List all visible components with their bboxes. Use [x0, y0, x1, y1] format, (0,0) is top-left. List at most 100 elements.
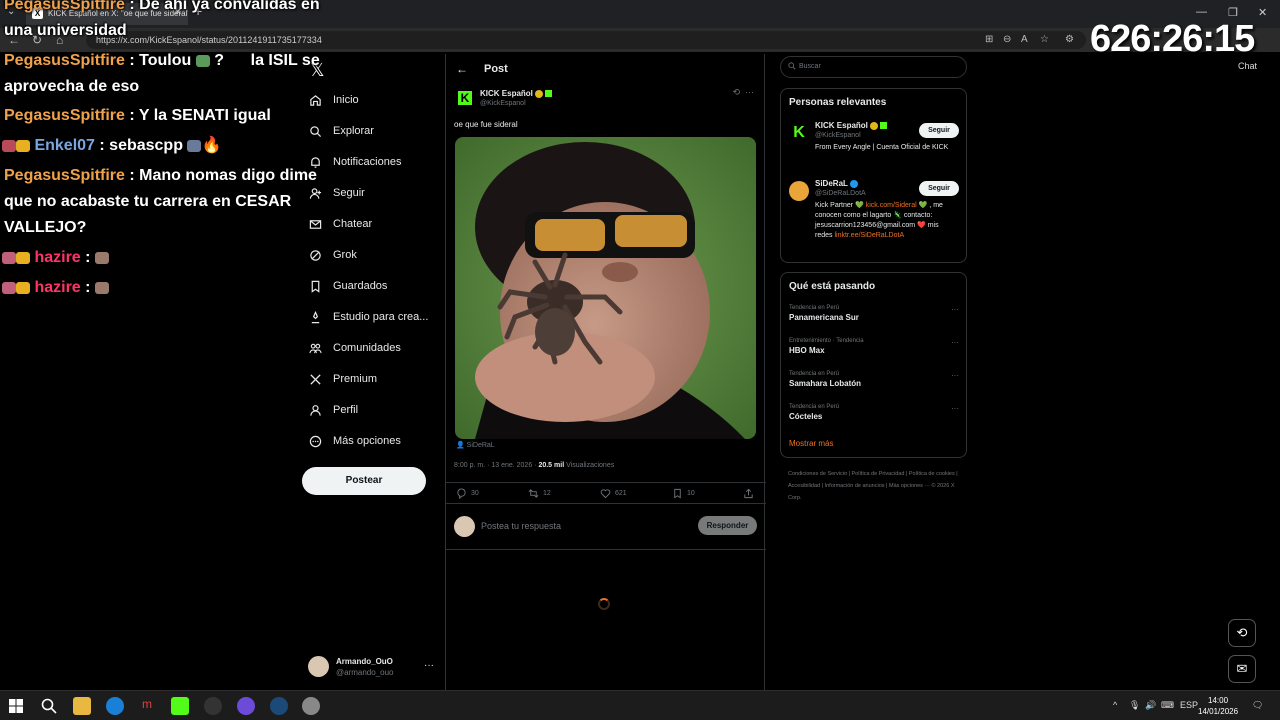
trend-item[interactable]: Entretenimiento · Tendencia HBO Max ···: [789, 338, 959, 355]
person-card[interactable]: K KICK Español @KickEspanol From Every A…: [789, 121, 959, 171]
nav-label: Guardados: [333, 280, 388, 292]
favorite-star-icon[interactable]: ☆: [1040, 34, 1049, 45]
nav-item-premium[interactable]: Premium: [308, 368, 377, 390]
bookmark-action[interactable]: 10: [672, 488, 695, 499]
account-switcher[interactable]: Armando_OuO @armando_ouo ···: [308, 654, 438, 680]
messages-fab-icon[interactable]: ✉: [1228, 655, 1256, 683]
person-bio: From Every Angle | Cuenta Oficial de KIC…: [815, 144, 949, 151]
search-icon[interactable]: [40, 697, 58, 715]
post-button[interactable]: Postear: [302, 467, 426, 495]
avatar: [308, 656, 329, 677]
network-icon[interactable]: ⌨: [1161, 700, 1174, 711]
bio-link[interactable]: linktr.ee/SiDeRaLDotA: [834, 232, 904, 239]
footer-links[interactable]: Condiciones de Servicio | Política de Pr…: [788, 468, 963, 504]
tray-chevron-icon[interactable]: ^: [1113, 700, 1117, 710]
system-clock[interactable]: 14:00 14/01/2026: [1198, 695, 1238, 717]
more-dots-icon[interactable]: ···: [951, 338, 959, 347]
views-count: 20.5 mil: [538, 462, 565, 469]
trends-panel: Qué está pasando Tendencia en Perú Panam…: [780, 272, 967, 458]
show-more-link[interactable]: Mostrar más: [789, 439, 833, 448]
follow-button[interactable]: Seguir: [919, 123, 959, 138]
more-dots-icon[interactable]: ···: [951, 305, 959, 314]
nav-item-chatear[interactable]: Chatear: [308, 213, 372, 235]
extensions-icon[interactable]: ⚙: [1065, 34, 1074, 45]
follow-button[interactable]: Seguir: [919, 181, 959, 196]
grok-fab-icon[interactable]: ⟲: [1228, 619, 1256, 647]
nav-label: Seguir: [333, 187, 365, 199]
nav-label: Premium: [333, 373, 378, 385]
nav-item-explorar[interactable]: Explorar: [308, 120, 374, 142]
post-time[interactable]: 8:00 p. m. · 13 ene. 2026 ·: [454, 462, 537, 469]
author-handle[interactable]: @KickEspanol: [480, 100, 526, 107]
relevant-people-panel: Personas relevantes K KICK Español @Kick…: [780, 88, 967, 263]
steam-app-icon[interactable]: [270, 697, 288, 715]
account-handle: @armando_ouo: [336, 668, 394, 677]
recorder-app-icon[interactable]: [204, 697, 222, 715]
nav-item-comunidades[interactable]: Comunidades: [308, 337, 401, 359]
windows-start-icon[interactable]: [8, 698, 24, 714]
nav-item-estudio[interactable]: Estudio para crea...: [308, 306, 428, 328]
nav-item-inicio[interactable]: Inicio: [308, 89, 359, 111]
more-dots-icon[interactable]: ···: [951, 404, 959, 413]
file-explorer-icon[interactable]: [73, 697, 91, 715]
language-indicator[interactable]: ESP: [1180, 700, 1198, 710]
obs-app-icon[interactable]: m: [138, 697, 156, 715]
more-dots-icon[interactable]: ···: [745, 87, 754, 97]
microphone-icon[interactable]: 🎙: [1129, 700, 1140, 711]
views-label: Visualizaciones: [566, 462, 615, 469]
share-action[interactable]: [743, 488, 758, 499]
post-media[interactable]: [455, 137, 756, 439]
nav-label: Notificaciones: [333, 156, 402, 168]
nav-item-mas-opciones[interactable]: Más opciones: [308, 430, 401, 452]
search-input[interactable]: Buscar: [780, 56, 967, 78]
nav-label: Estudio para crea...: [333, 311, 429, 323]
reply-button[interactable]: Responder: [698, 516, 757, 535]
media-credit[interactable]: 👤 SiDeRaL: [456, 441, 495, 449]
like-action[interactable]: 621: [600, 488, 627, 499]
chat-username: PegasusSpitfire: [4, 0, 125, 13]
reply-action[interactable]: 30: [456, 488, 479, 499]
back-arrow-icon[interactable]: ←: [456, 62, 468, 76]
kick-app-icon[interactable]: [171, 697, 189, 715]
notification-icon[interactable]: 🗨: [1252, 700, 1263, 711]
person-card[interactable]: SiDeRaL @SiDeRaLDotA Kick Partner 💚 kick…: [789, 179, 959, 259]
reply-input[interactable]: Postea tu respuesta: [481, 521, 561, 531]
trend-topic: Panamericana Sur: [789, 313, 859, 322]
chat-button[interactable]: Chat: [1238, 61, 1257, 71]
more-dots-icon[interactable]: ···: [951, 371, 959, 380]
speaker-icon[interactable]: 🔊: [1145, 700, 1156, 711]
url-field[interactable]: https://x.com/KickEspanol/status/2011241…: [86, 31, 1086, 49]
discord-app-icon[interactable]: [237, 697, 255, 715]
window-close-icon[interactable]: ✕: [1258, 6, 1267, 19]
nav-label: Comunidades: [333, 342, 401, 354]
post-text: oe que fue sideral: [454, 120, 518, 129]
fire-emoji-icon: 🔥: [201, 137, 222, 154]
nav-item-notificaciones[interactable]: Notificaciones: [308, 151, 401, 173]
repost-action[interactable]: 12: [528, 488, 551, 499]
trend-item[interactable]: Tendencia en Perú Samahara Lobatón ···: [789, 371, 959, 388]
zoom-icon[interactable]: ⊖: [1003, 34, 1011, 45]
grok-icon[interactable]: ⟲: [732, 87, 740, 97]
nav-item-grok[interactable]: Grok: [308, 244, 357, 266]
kick-logo-avatar[interactable]: K: [458, 91, 472, 105]
nav-item-guardados[interactable]: Guardados: [308, 275, 387, 297]
nav-label: Más opciones: [333, 435, 401, 447]
trend-item[interactable]: Tendencia en Perú Panamericana Sur ···: [789, 305, 959, 322]
bio-link[interactable]: kick.com/Sideral: [866, 202, 917, 209]
trend-item[interactable]: Tendencia en Perú Cócteles ···: [789, 404, 959, 421]
edge-browser-icon[interactable]: [106, 697, 124, 715]
read-aloud-icon[interactable]: A: [1021, 34, 1028, 45]
chat-message-cont: una universidad: [4, 22, 127, 39]
app-icon[interactable]: [302, 697, 320, 715]
apps-icon[interactable]: ⊞: [985, 34, 993, 45]
minimize-icon[interactable]: —: [1196, 6, 1207, 18]
author-name[interactable]: KICK Español: [480, 89, 552, 98]
trend-context: Tendencia en Perú: [789, 404, 840, 410]
account-name: Armando_OuO: [336, 657, 393, 666]
person-bio: Kick Partner 💚 kick.com/Sideral 💚 , me c…: [815, 201, 955, 241]
search-icon: [308, 124, 322, 138]
nav-item-perfil[interactable]: Perfil: [308, 399, 358, 421]
person-name-text: SiDeRaL: [815, 179, 848, 188]
communities-icon: [308, 341, 322, 355]
chat-text: : De ahí ya convalidas en: [129, 0, 320, 13]
